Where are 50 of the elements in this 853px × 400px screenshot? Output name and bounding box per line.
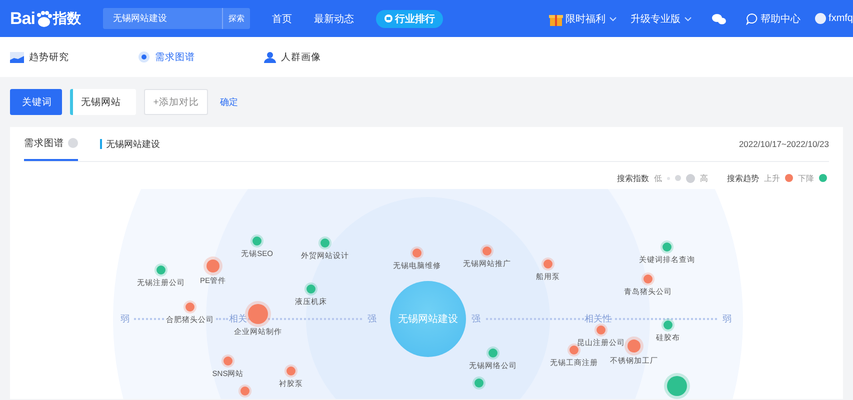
axis-label: 强 [368, 312, 376, 326]
axis-line [216, 318, 228, 320]
chevron-down-icon [684, 16, 692, 22]
trend-dot-icon [785, 174, 793, 182]
keyword-marker-icon [100, 139, 102, 149]
axis-label: 相关性 [584, 312, 612, 326]
search-button[interactable]: 探索 [222, 8, 250, 29]
legend-label: 低 [654, 172, 662, 184]
help-chat-icon [746, 12, 758, 24]
nav-link[interactable]: 首页 [272, 12, 292, 26]
subnav-tab[interactable]: 人群画像 [264, 50, 364, 64]
user-menu[interactable]: fxmfq [814, 13, 853, 24]
chart-tab[interactable]: 需求图谱 [24, 127, 78, 161]
subnav-tab[interactable]: 趋势研究 [10, 50, 138, 64]
search-field[interactable]: 无锡网站建设 [103, 8, 222, 29]
logo-text: 指数 [52, 10, 81, 28]
menu-button[interactable]: 限时福利 [548, 12, 617, 26]
badge-icon [384, 14, 393, 23]
axis-label: 弱 [722, 312, 732, 326]
keyword-label: 无锡网站建设 [106, 138, 160, 150]
legend-label: 高 [700, 172, 708, 184]
add-compare-button[interactable]: +添加对比 [144, 89, 208, 115]
target-icon [138, 51, 150, 63]
keyword-field[interactable]: 无锡网站 [70, 89, 136, 115]
legend-label: 下降 [798, 172, 814, 184]
axis-label: 强 [472, 312, 480, 326]
legend-title: 搜索趋势 [727, 172, 759, 184]
ranking-button[interactable]: 行业排行 [376, 10, 443, 28]
axis-label: 弱 [120, 312, 130, 326]
menu-button[interactable]: 升级专业版 [630, 12, 692, 26]
trend-dot-icon [819, 174, 827, 182]
axis-label: 相关 [229, 312, 247, 326]
subnav-tab[interactable]: 需求图谱 [138, 50, 264, 64]
size-dot-icon [686, 174, 695, 182]
person-icon [264, 51, 276, 63]
legend-title: 搜索指数 [617, 172, 649, 184]
legend-label: 上升 [764, 172, 780, 184]
avatar-icon [814, 13, 826, 24]
date-range: 2022/10/17~2022/10/23 [738, 139, 829, 149]
logo-text: Bai [10, 8, 35, 28]
chevron-down-icon [608, 16, 617, 22]
chat-bubbles-icon [712, 12, 726, 24]
keyword-button[interactable]: 关键词 [10, 89, 62, 115]
help-center-button[interactable]: 帮助中心 [746, 12, 801, 26]
size-dot-icon [675, 175, 681, 181]
paw-logo-icon [34, 10, 53, 27]
chart-icon [10, 51, 24, 63]
confirm-link[interactable]: 确定 [220, 96, 238, 108]
nav-link[interactable]: 最新动态 [314, 12, 354, 26]
axis-line [134, 318, 164, 320]
